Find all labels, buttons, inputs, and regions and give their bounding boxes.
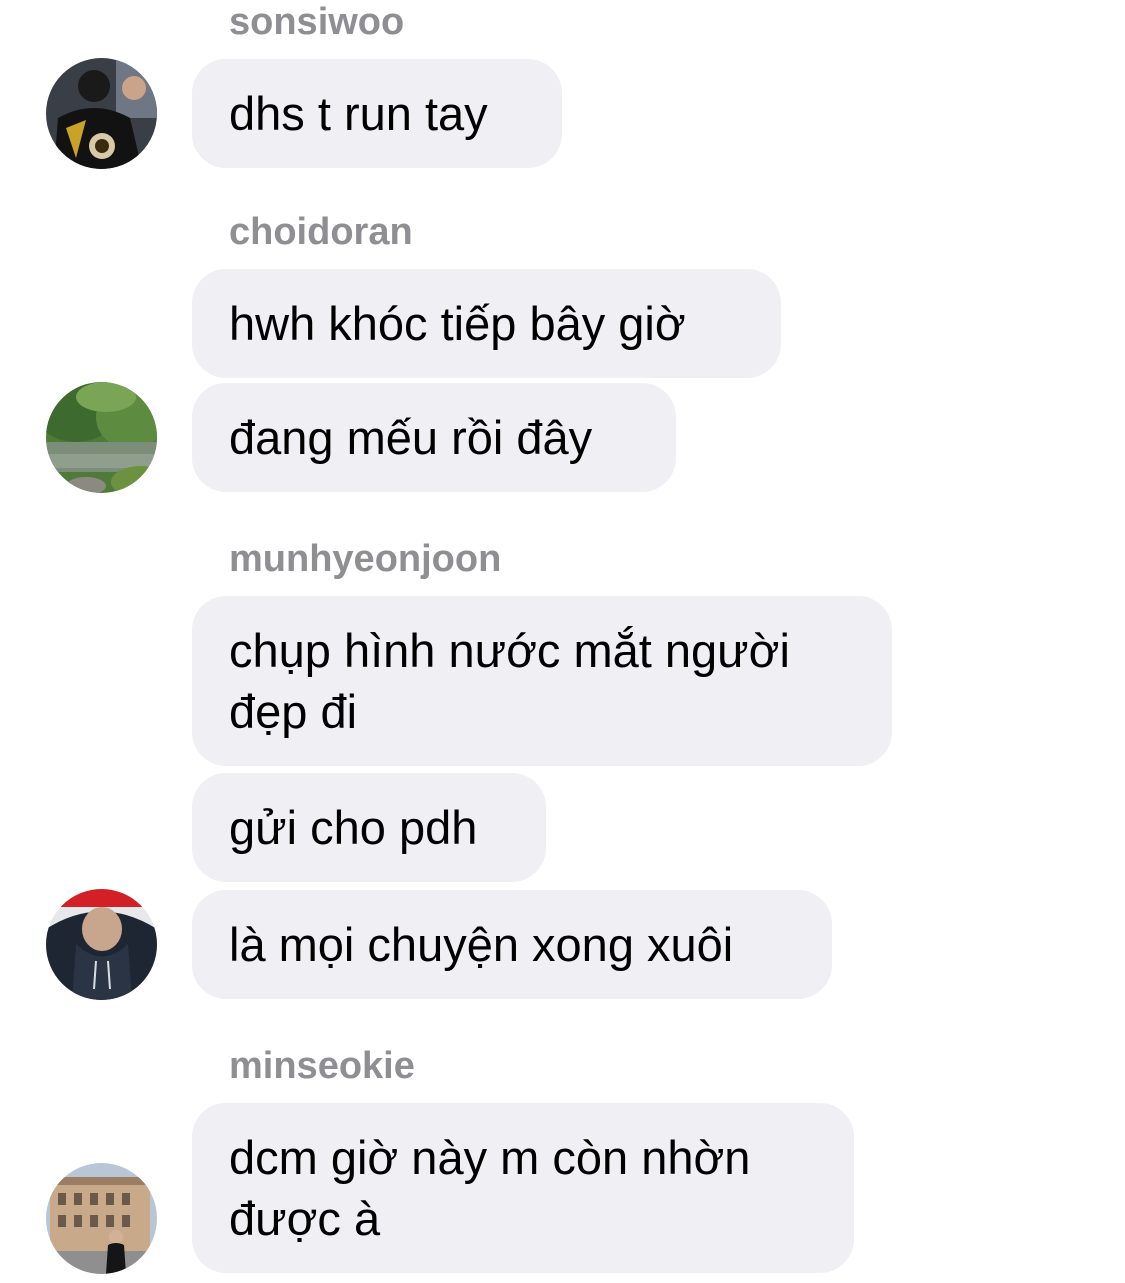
avatar-sonsiwoo[interactable] xyxy=(46,58,157,169)
profile-photo-building-icon xyxy=(46,1163,157,1274)
message-bubble[interactable]: là mọi chuyện xong xuôi xyxy=(192,890,832,999)
message-bubble[interactable]: gửi cho pdh xyxy=(192,773,546,882)
profile-photo-hoodie-icon xyxy=(46,889,157,1000)
message-bubble[interactable]: đang mếu rồi đây xyxy=(192,383,676,492)
profile-photo-jersey-icon xyxy=(46,58,157,169)
sender-name: choidoran xyxy=(229,211,413,253)
message-text: dhs t run tay xyxy=(229,87,488,140)
message-text: đang mếu rồi đây xyxy=(229,411,593,464)
sender-name: sonsiwoo xyxy=(229,1,405,43)
message-bubble[interactable]: dhs t run tay xyxy=(192,59,562,168)
message-bubble[interactable]: chụp hình nước mắt người đẹp đi xyxy=(192,596,892,766)
message-text: hwh khóc tiếp bây giờ xyxy=(229,297,686,350)
avatar-munhyeonjoon[interactable] xyxy=(46,889,157,1000)
message-text: chụp hình nước mắt người đẹp đi xyxy=(229,624,790,738)
message-text: gửi cho pdh xyxy=(229,801,478,854)
sender-name: munhyeonjoon xyxy=(229,538,502,580)
message-bubble[interactable]: hwh khóc tiếp bây giờ xyxy=(192,269,781,378)
avatar-choidoran[interactable] xyxy=(46,382,157,493)
avatar-minseokie[interactable] xyxy=(46,1163,157,1274)
sender-name: minseokie xyxy=(229,1045,415,1087)
message-text: là mọi chuyện xong xuôi xyxy=(229,918,734,971)
profile-photo-landscape-icon xyxy=(46,382,157,493)
message-bubble[interactable]: dcm giờ này m còn nhờn được à xyxy=(192,1103,854,1273)
message-text: dcm giờ này m còn nhờn được à xyxy=(229,1131,751,1245)
